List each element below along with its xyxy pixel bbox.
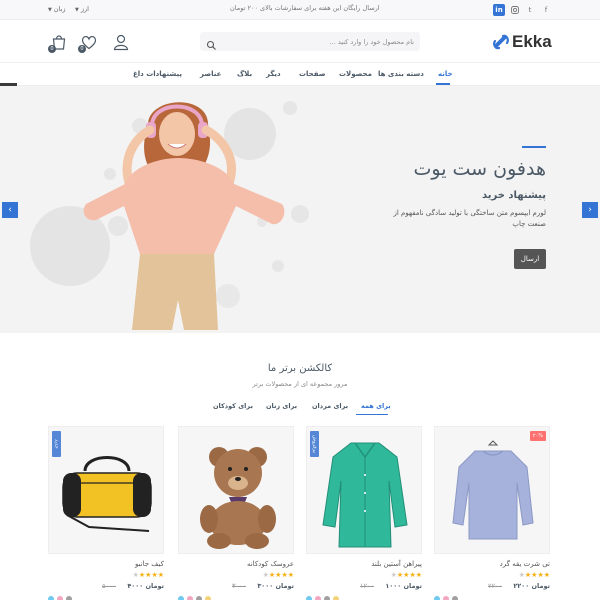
nav-item-blog[interactable]: بلاگ bbox=[237, 70, 252, 78]
hero-slider: هدفون ست یوت پیشنهاد خرید لورم ایپسوم مت… bbox=[0, 86, 600, 333]
color-swatch[interactable] bbox=[333, 596, 339, 600]
facebook-icon[interactable]: f bbox=[540, 4, 552, 16]
instagram-icon[interactable] bbox=[509, 4, 521, 16]
product-name[interactable]: عروسک کودکانه bbox=[247, 560, 294, 568]
discount-badge: ۲۰% bbox=[529, 431, 546, 441]
bestseller-badge: پرفروش bbox=[310, 431, 319, 457]
nav-item-home[interactable]: خانه bbox=[438, 70, 453, 78]
color-swatch[interactable] bbox=[196, 596, 202, 600]
color-swatch[interactable] bbox=[57, 596, 63, 600]
tab-kids[interactable]: برای کودکان bbox=[213, 402, 253, 410]
language-label: زبان bbox=[53, 5, 66, 13]
tab-women[interactable]: برای زنان bbox=[266, 402, 297, 410]
rating-stars: ★★★★★ bbox=[390, 571, 422, 579]
color-swatch[interactable] bbox=[48, 596, 54, 600]
currency-dropdown[interactable]: ▼ ارز bbox=[75, 5, 89, 13]
logo[interactable]: Ekka bbox=[492, 32, 552, 52]
language-dropdown[interactable]: ▼ زبان bbox=[48, 5, 66, 13]
product-card[interactable]: عروسک کودکانه ★★★★★ ۳۰۰۰ تومان ۳۰۰۰ bbox=[178, 426, 294, 600]
tab-men[interactable]: برای مردان bbox=[312, 402, 348, 410]
color-swatches bbox=[434, 596, 458, 600]
slider-prev-button[interactable]: ‹ bbox=[2, 202, 18, 218]
product-image[interactable]: ۲۰% bbox=[434, 426, 550, 554]
currency-label: ارز bbox=[80, 5, 89, 13]
nav-item-elements[interactable]: عناصر bbox=[200, 70, 221, 78]
product-name[interactable]: پیراهن آستین بلند bbox=[371, 560, 422, 568]
wishlist-count-badge: 0 bbox=[78, 45, 86, 53]
nav-item-categories[interactable]: دسته بندی ها bbox=[378, 70, 424, 78]
hero-subtitle: پیشنهاد خرید bbox=[481, 190, 546, 201]
linkedin-icon[interactable]: in bbox=[493, 4, 505, 16]
nav-item-pages[interactable]: صفحات bbox=[299, 70, 326, 78]
color-swatch[interactable] bbox=[66, 596, 72, 600]
search-input[interactable] bbox=[222, 32, 414, 51]
color-swatches bbox=[178, 596, 211, 600]
rating-stars: ★★★★★ bbox=[518, 571, 550, 579]
section-subtitle: مرور مجموعه ای از محصولات برتر bbox=[252, 380, 348, 388]
product-price: ۱۰۰۰ تومان bbox=[385, 582, 422, 590]
logo-icon bbox=[492, 33, 510, 51]
hero-cta-button[interactable]: ارسال bbox=[514, 249, 546, 269]
nav-item-products[interactable]: محصولات bbox=[339, 70, 372, 78]
old-price: ۳۰۰۰ bbox=[232, 582, 246, 590]
top-bar: f t in ارسال رایگان این هفته برای سفارشا… bbox=[0, 0, 600, 20]
chevron-down-icon: ▼ bbox=[75, 7, 79, 13]
product-price: ۴۰۰۰ تومان bbox=[127, 582, 164, 590]
section-title: کالکشن برتر ما bbox=[267, 363, 333, 374]
color-swatch[interactable] bbox=[324, 596, 330, 600]
search-bar bbox=[200, 32, 420, 51]
product-card[interactable]: جدید کیف جانبو ★★★★★ ۴۰۰۰ تومان ۵۰۰۰ bbox=[48, 426, 164, 600]
color-swatch[interactable] bbox=[178, 596, 184, 600]
nav-item-hot-offers[interactable]: پیشنهادات داغ bbox=[133, 70, 182, 78]
active-tab-indicator bbox=[356, 414, 388, 415]
color-swatch[interactable] bbox=[452, 596, 458, 600]
active-nav-indicator bbox=[436, 83, 450, 85]
color-swatches bbox=[306, 596, 339, 600]
nav-item-others[interactable]: دیگر bbox=[266, 70, 281, 78]
product-name[interactable]: تی شرت یقه گرد bbox=[500, 560, 550, 568]
product-name[interactable]: کیف جانبو bbox=[135, 560, 164, 568]
rating-stars: ★★★★★ bbox=[262, 571, 294, 579]
rating-stars: ★★★★★ bbox=[132, 571, 164, 579]
product-image[interactable]: پرفروش bbox=[306, 426, 422, 554]
product-image[interactable]: جدید bbox=[48, 426, 164, 554]
promo-text: ارسال رایگان این هفته برای سفارشات بالای… bbox=[230, 4, 380, 12]
main-nav: خانه دسته بندی ها محصولات صفحات دیگر بلا… bbox=[0, 62, 600, 86]
hero-description: لورم ایپسوم متن ساختگی با تولید سادگی نا… bbox=[393, 209, 546, 228]
chevron-left-icon: ‹ bbox=[8, 205, 12, 215]
product-price: ۳۰۰۰ تومان bbox=[257, 582, 294, 590]
old-price: ۱۲۰۰ bbox=[360, 582, 374, 590]
user-icon[interactable] bbox=[112, 33, 130, 51]
chevron-right-icon: › bbox=[588, 205, 592, 215]
product-price: ۲۲۰۰ تومان bbox=[513, 582, 550, 590]
logo-text: Ekka bbox=[512, 32, 552, 51]
product-image[interactable] bbox=[178, 426, 294, 554]
color-swatch[interactable] bbox=[443, 596, 449, 600]
old-price: ۲۲۰۰ bbox=[488, 582, 502, 590]
color-swatch[interactable] bbox=[315, 596, 321, 600]
new-badge: جدید bbox=[52, 431, 61, 457]
tab-all[interactable]: برای همه bbox=[361, 402, 391, 410]
color-swatch[interactable] bbox=[306, 596, 312, 600]
color-swatch[interactable] bbox=[205, 596, 211, 600]
color-swatches bbox=[48, 596, 72, 600]
product-card[interactable]: ۲۰% تی شرت یقه گرد ★★★★★ ۲۲۰۰ تومان ۲۲۰۰ bbox=[434, 426, 550, 600]
color-swatch[interactable] bbox=[434, 596, 440, 600]
chevron-down-icon: ▼ bbox=[48, 7, 52, 13]
slider-next-button[interactable]: › bbox=[582, 202, 598, 218]
twitter-icon[interactable]: t bbox=[524, 4, 536, 16]
product-card[interactable]: پرفروش پیراهن آستین بلند ★★★★★ ۱۰۰۰ توما… bbox=[306, 426, 422, 600]
cart-count-badge: 0 bbox=[48, 45, 56, 53]
old-price: ۵۰۰۰ bbox=[102, 582, 116, 590]
hero-title: هدفون ست یوت bbox=[413, 158, 546, 180]
hero-accent-line bbox=[522, 146, 546, 148]
color-swatch[interactable] bbox=[187, 596, 193, 600]
search-icon[interactable] bbox=[206, 36, 217, 50]
